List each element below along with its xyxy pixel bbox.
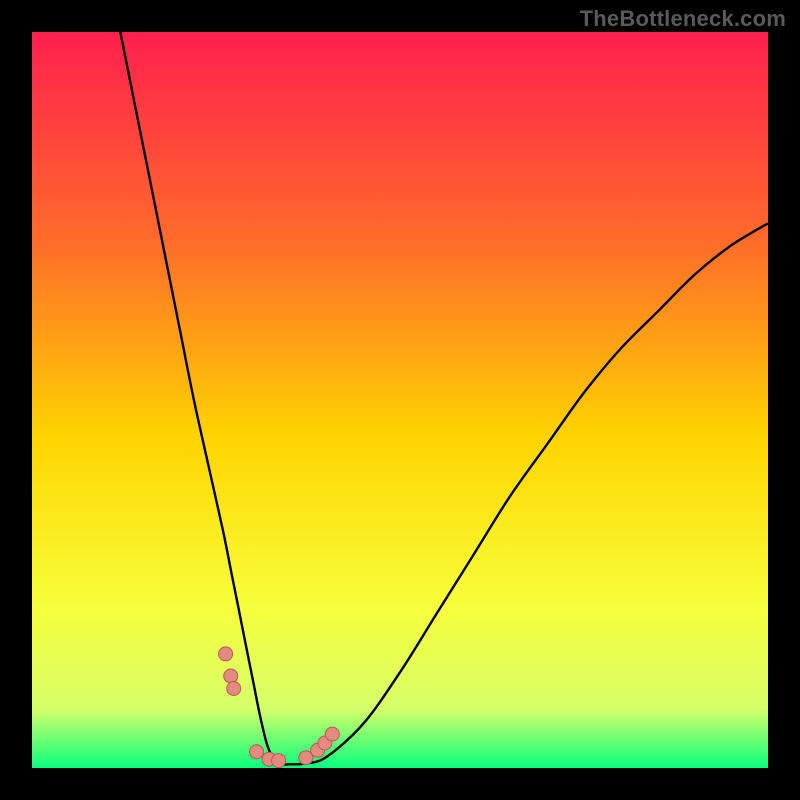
plot-area bbox=[32, 32, 768, 768]
chart-frame: TheBottleneck.com bbox=[0, 0, 800, 800]
curve-marker bbox=[325, 727, 339, 741]
plot-svg bbox=[32, 32, 768, 768]
curve-marker bbox=[227, 682, 241, 696]
curve-marker bbox=[272, 754, 286, 768]
curve-marker bbox=[219, 647, 233, 661]
attribution-watermark: TheBottleneck.com bbox=[580, 6, 786, 32]
curve-marker bbox=[224, 669, 238, 683]
curve-marker bbox=[250, 745, 264, 759]
